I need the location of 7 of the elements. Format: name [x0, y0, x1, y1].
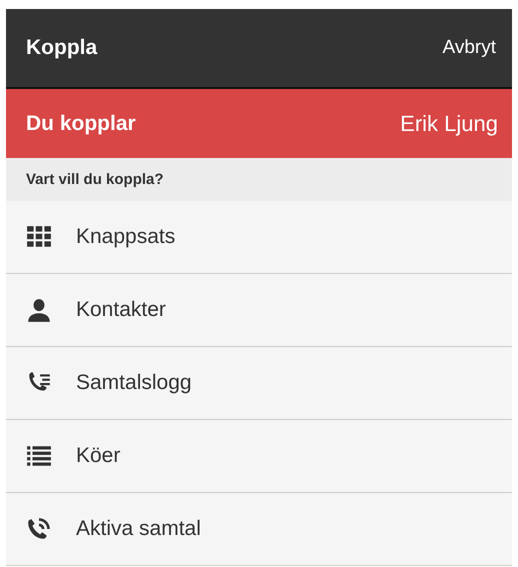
- keypad-icon: [26, 224, 52, 250]
- banner-label: Du kopplar: [26, 112, 136, 136]
- cancel-button[interactable]: Avbryt: [442, 33, 496, 63]
- person-icon: [26, 297, 52, 323]
- section-title: Vart vill du koppla?: [26, 171, 164, 188]
- caller-name: Erik Ljung: [400, 110, 498, 136]
- screen-title: Koppla: [26, 36, 98, 60]
